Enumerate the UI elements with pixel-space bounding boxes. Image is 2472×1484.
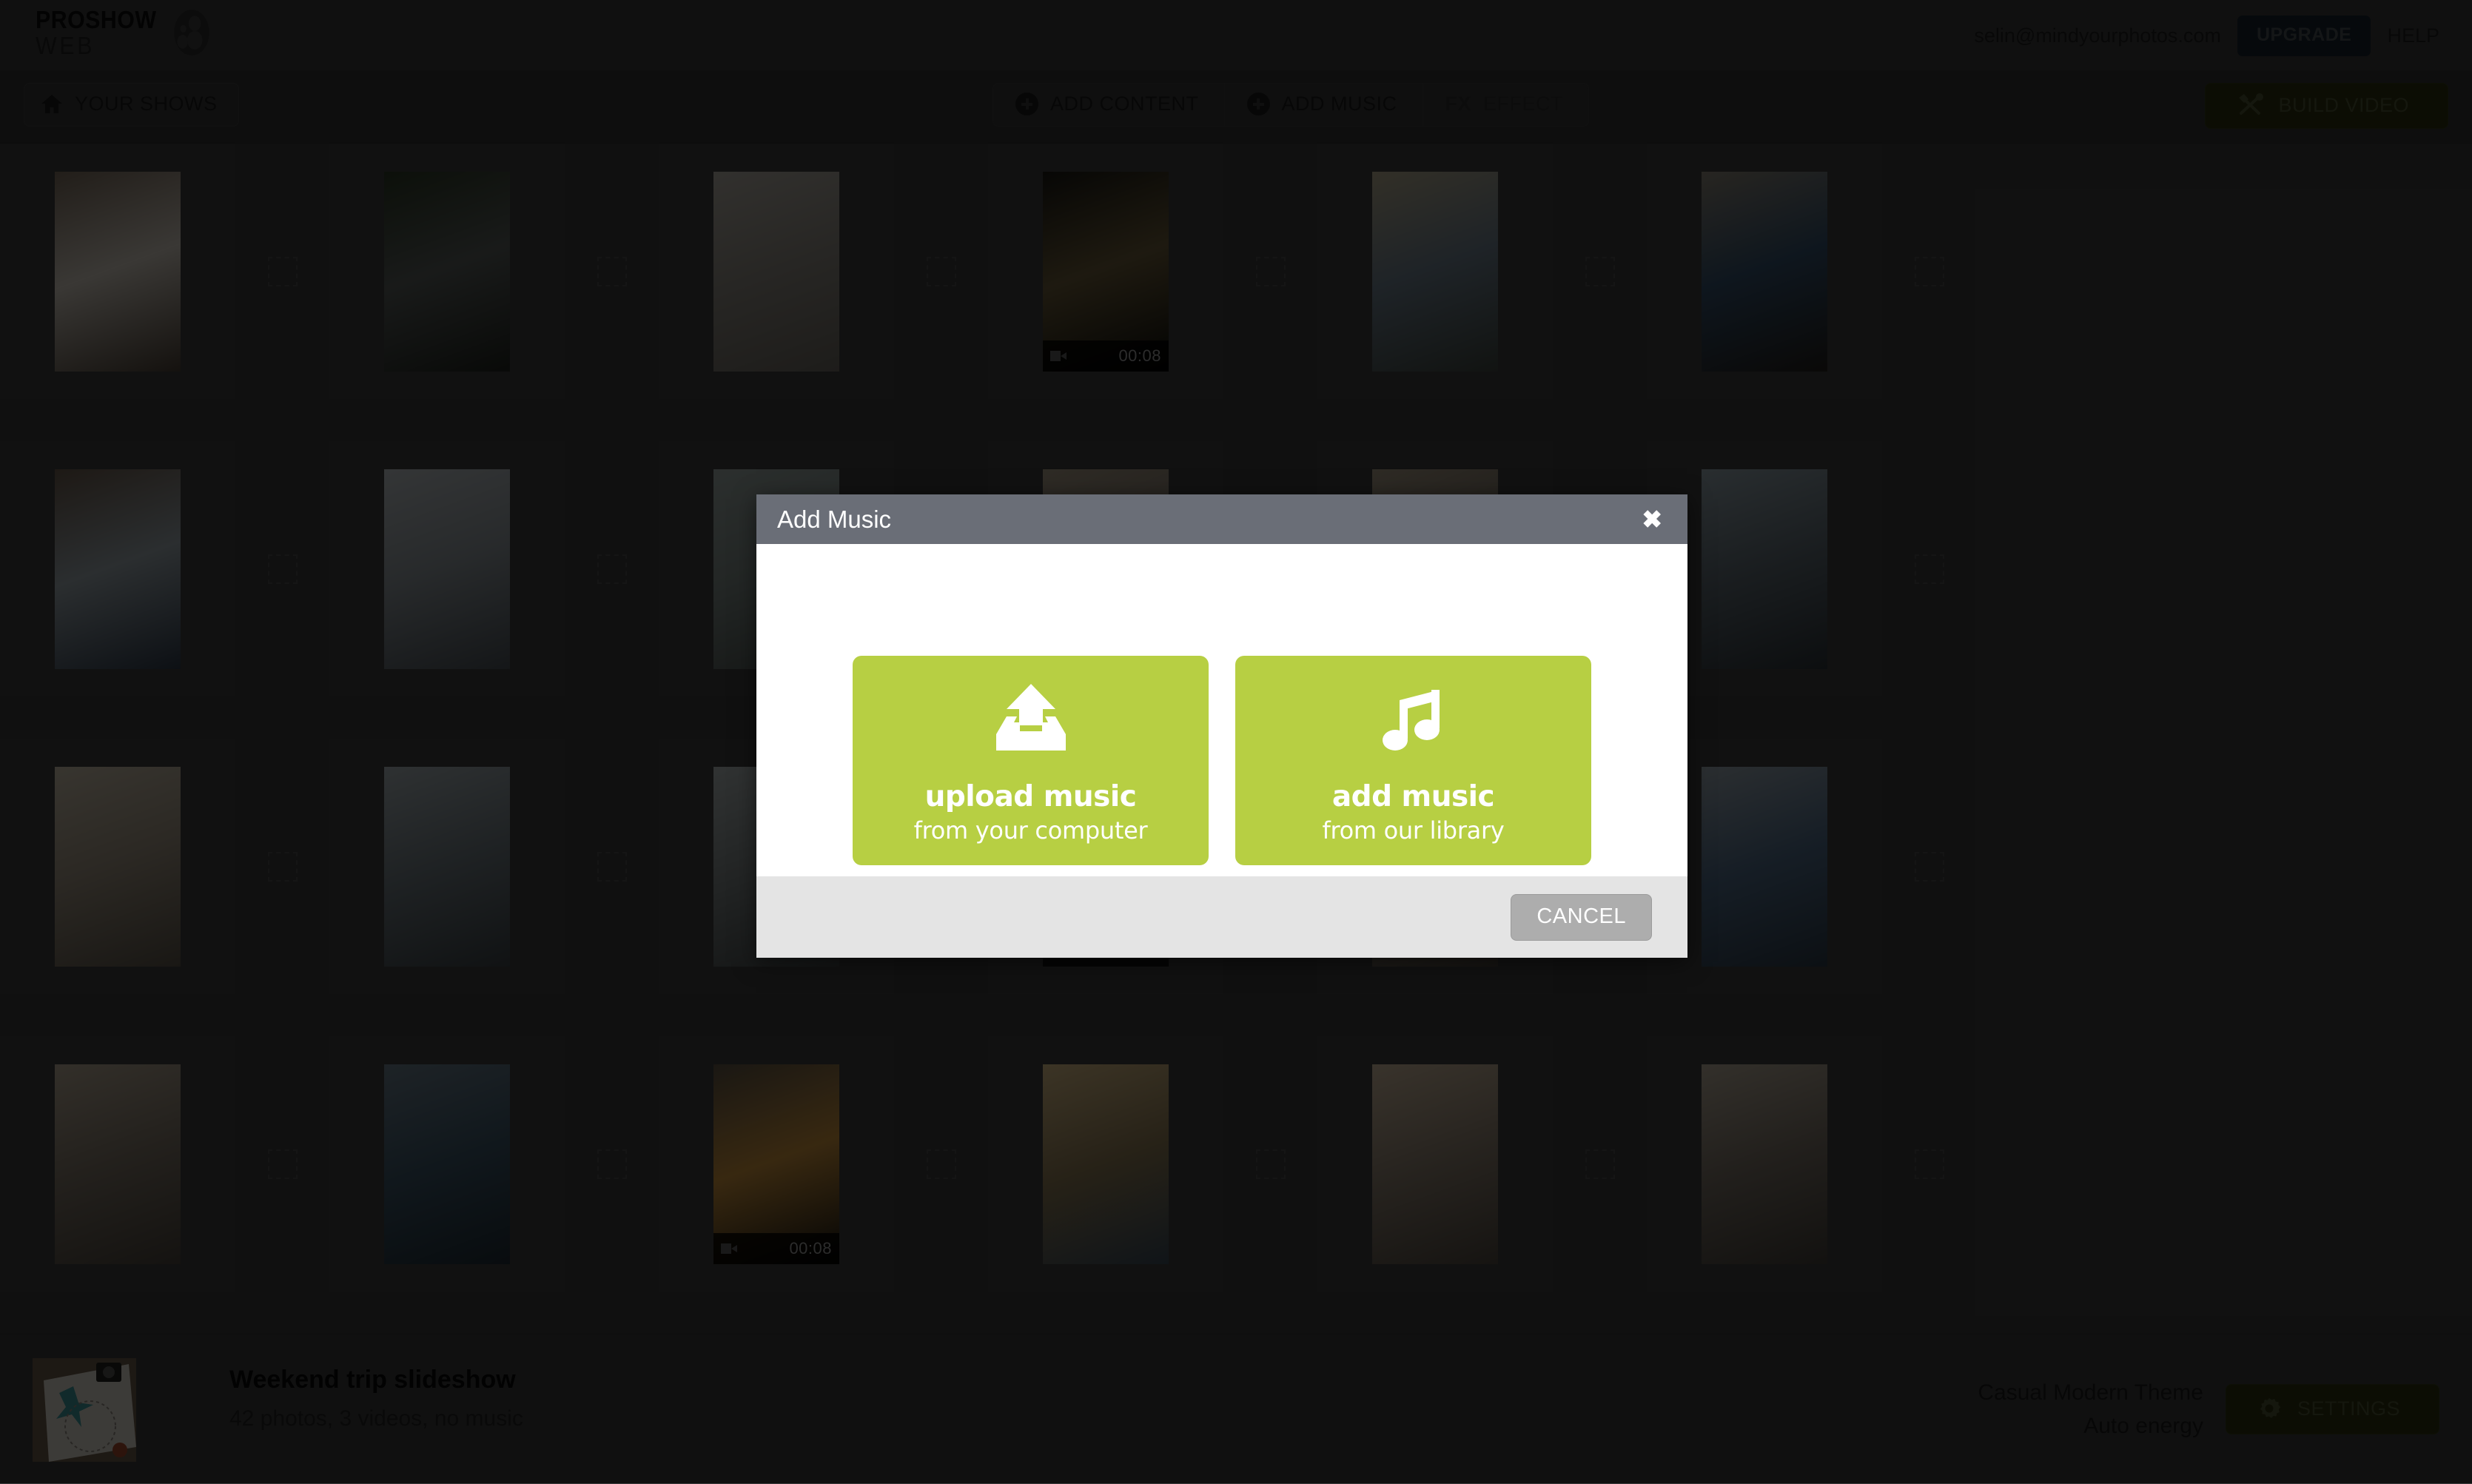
library-music-title: add music — [1332, 780, 1494, 813]
close-x-icon[interactable]: ✖ — [1633, 504, 1671, 534]
music-note-icon — [1380, 676, 1447, 759]
cancel-button[interactable]: CANCEL — [1511, 894, 1652, 941]
library-music-subtitle: from our library — [1323, 816, 1505, 845]
dialog-footer: CANCEL — [756, 876, 1687, 958]
upload-music-subtitle: from your computer — [914, 816, 1148, 845]
add-music-dialog: Add Music ✖ upload music from your compu… — [756, 494, 1687, 958]
dialog-body: upload music from your computer add musi… — [756, 544, 1687, 876]
upload-tray-icon — [987, 676, 1075, 759]
dialog-header: Add Music ✖ — [756, 494, 1687, 544]
upload-music-option[interactable]: upload music from your computer — [853, 656, 1209, 865]
library-music-option[interactable]: add music from our library — [1235, 656, 1591, 865]
upload-music-title: upload music — [925, 780, 1137, 813]
dialog-title: Add Music — [777, 506, 891, 534]
